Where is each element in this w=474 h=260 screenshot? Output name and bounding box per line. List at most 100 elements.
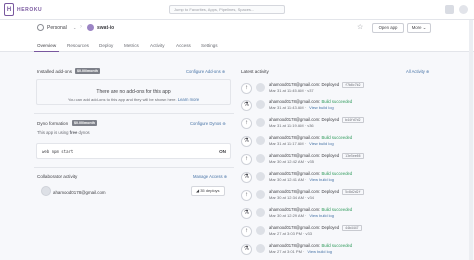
activity-meta: Mar 31 at 11:19 AM · v36 xyxy=(269,123,314,128)
activity-suffix: · xyxy=(304,105,307,110)
activity-time: Mar 31 at 11:19 AM xyxy=(269,123,304,128)
apps-grid-icon[interactable] xyxy=(445,5,454,14)
activity-suffix: · xyxy=(304,141,307,146)
commit-hash[interactable]: 5c8d2d2f xyxy=(342,189,364,195)
tab-metrics[interactable]: Metrics xyxy=(124,43,139,48)
dyno-row[interactable]: web npm start ON xyxy=(36,143,231,159)
activity-item: ↑ ahamood0178@gmail.com: Deployed 5c8d2d2f… xyxy=(241,187,431,207)
collaborator-email: ahamood0178@gmail.com xyxy=(53,190,106,195)
more-menu-button[interactable]: More ⌄ xyxy=(407,23,431,33)
breadcrumb-app-name[interactable]: swat-io xyxy=(97,25,114,31)
tab-deploy[interactable]: Deploy xyxy=(99,43,113,48)
view-build-log-link[interactable]: View build log xyxy=(307,249,332,254)
deploy-icon: ↑ xyxy=(241,83,252,94)
commit-hash[interactable]: b44fd7d2 xyxy=(342,117,364,123)
activity-item: ↑ ahamood0178@gmail.com: Deployed 44b4447 M… xyxy=(241,223,431,243)
all-activity-link[interactable]: All Activity ⊕ xyxy=(406,69,430,74)
collaborator-deploys: ◢ 35 deploys xyxy=(191,186,225,196)
activity-user: ahamood0178@gmail.com: xyxy=(269,82,321,87)
addons-empty-title: There are no add-ons for this app xyxy=(96,89,171,95)
page-scrollbar[interactable] xyxy=(469,20,473,260)
activity-user: ahamood0178@gmail.com: xyxy=(269,117,321,122)
activity-user: ahamood0178@gmail.com: xyxy=(269,225,321,230)
activity-time: Mar 30 at 12:34 AM xyxy=(269,195,304,200)
activity-user: ahamood0178@gmail.com: xyxy=(269,243,321,248)
breadcrumb-personal[interactable]: Personal xyxy=(47,25,67,31)
activity-user: ahamood0178@gmail.com: xyxy=(269,207,321,212)
heroku-logo-icon[interactable]: H xyxy=(4,3,14,16)
view-build-log-link[interactable]: View build log xyxy=(309,213,334,218)
activity-suffix: · xyxy=(305,177,307,182)
topbar-icons xyxy=(445,5,468,14)
deploy-icon: ↑ xyxy=(241,154,252,165)
view-build-log-link[interactable]: View build log xyxy=(309,105,334,110)
activity-time: Mar 31 at 11:45 AM xyxy=(269,88,304,93)
user-avatar xyxy=(256,172,265,181)
user-avatar xyxy=(256,100,265,109)
commit-hash[interactable]: 44b4447 xyxy=(342,225,362,231)
configure-addons-link[interactable]: Configure Add-ons ⊕ xyxy=(186,69,225,74)
activity-summary: ahamood0178@gmail.com: Build succeeded xyxy=(269,207,352,212)
build-icon: ⚗ xyxy=(241,100,252,111)
commit-hash[interactable]: f7b0c7b2 xyxy=(342,82,364,88)
tab-overview[interactable]: Overview xyxy=(37,43,56,48)
commit-hash[interactable]: 13e5ee66 xyxy=(342,153,364,159)
build-icon: ⚗ xyxy=(241,172,252,183)
brand-name[interactable]: HEROKU xyxy=(17,7,42,13)
chevron-down-icon[interactable]: ⌄ xyxy=(73,25,76,30)
tab-settings[interactable]: Settings xyxy=(201,43,218,48)
tab-resources[interactable]: Resources xyxy=(67,43,89,48)
view-build-log-link[interactable]: View build log xyxy=(309,177,334,182)
activity-user: ahamood0178@gmail.com: xyxy=(269,171,321,176)
activity-item: ⚗ ahamood0178@gmail.com: Build succeeded M… xyxy=(241,205,431,225)
user-avatar xyxy=(256,118,265,127)
activity-action: Deployed xyxy=(321,189,340,194)
breadcrumb-separator: › xyxy=(80,24,82,30)
activity-meta: Mar 30 at 12:29 AM · View build log xyxy=(269,213,334,218)
activity-suffix: · xyxy=(303,249,305,254)
tab-activity[interactable]: Activity xyxy=(150,43,165,48)
activity-suffix: · v36 xyxy=(304,123,314,128)
activity-time: Mar 27 at 3:01 PM xyxy=(269,249,302,254)
activity-time: Mar 31 at 11:17 AM xyxy=(269,141,304,146)
global-search-input[interactable]: Jump to Favorites, Apps, Pipelines, Spac… xyxy=(169,5,285,14)
dyno-desc-prefix: This app is using xyxy=(37,130,69,135)
user-avatar xyxy=(256,244,265,253)
tab-access[interactable]: Access xyxy=(176,43,191,48)
logo-letter: H xyxy=(6,6,12,13)
activity-action: Deployed xyxy=(321,117,340,122)
activity-summary: ahamood0178@gmail.com: Build succeeded xyxy=(269,243,352,248)
activity-meta: Mar 27 at 3:03 PM · v33 xyxy=(269,231,312,236)
dyno-title: Dyno formation xyxy=(37,121,69,126)
favorite-star-icon[interactable]: ☆ xyxy=(357,23,363,31)
activity-user: ahamood0178@gmail.com: xyxy=(269,135,321,140)
activity-action: Build succeeded xyxy=(321,99,353,104)
activity-item: ⚗ ahamood0178@gmail.com: Build succeeded M… xyxy=(241,241,431,260)
dyno-command: web npm start xyxy=(42,149,74,154)
activity-meta: Mar 31 at 11:43 AM · View build log xyxy=(269,105,334,110)
configure-dynos-link[interactable]: Configure Dynos ⊕ xyxy=(190,121,226,126)
addons-title: Installed add-ons xyxy=(37,69,72,74)
activity-suffix: · xyxy=(305,213,307,218)
activity-action: Build succeeded xyxy=(321,207,353,212)
manage-access-link[interactable]: Manage Access ⊕ xyxy=(193,174,227,179)
activity-meta: Mar 30 at 12:34 AM · v34 xyxy=(269,195,314,200)
activity-suffix: · v34 xyxy=(305,195,314,200)
activity-item: ↑ ahamood0178@gmail.com: Deployed b44fd7d2… xyxy=(241,115,431,135)
activity-user: ahamood0178@gmail.com: xyxy=(269,99,321,104)
learn-more-link[interactable]: Learn more xyxy=(178,97,199,102)
user-avatar xyxy=(256,190,265,199)
app-icon xyxy=(87,24,94,31)
activity-summary: ahamood0178@gmail.com: Build succeeded xyxy=(269,99,352,104)
user-avatar-icon[interactable] xyxy=(459,5,468,14)
top-navigation-bar: H HEROKU Jump to Favorites, Apps, Pipeli… xyxy=(0,0,474,20)
activity-time: Mar 30 at 12:41 AM xyxy=(269,177,304,182)
activity-meta: Mar 27 at 3:01 PM · View build log xyxy=(269,249,332,254)
latest-activity-title: Latest activity xyxy=(241,69,269,74)
open-app-button[interactable]: Open app xyxy=(372,23,404,33)
activity-action: Build succeeded xyxy=(321,243,353,248)
activity-time: Mar 30 at 12:29 AM xyxy=(269,213,304,218)
view-build-log-link[interactable]: View build log xyxy=(309,141,334,146)
build-icon: ⚗ xyxy=(241,244,252,255)
collaborator-title: Collaborator activity xyxy=(37,174,78,179)
